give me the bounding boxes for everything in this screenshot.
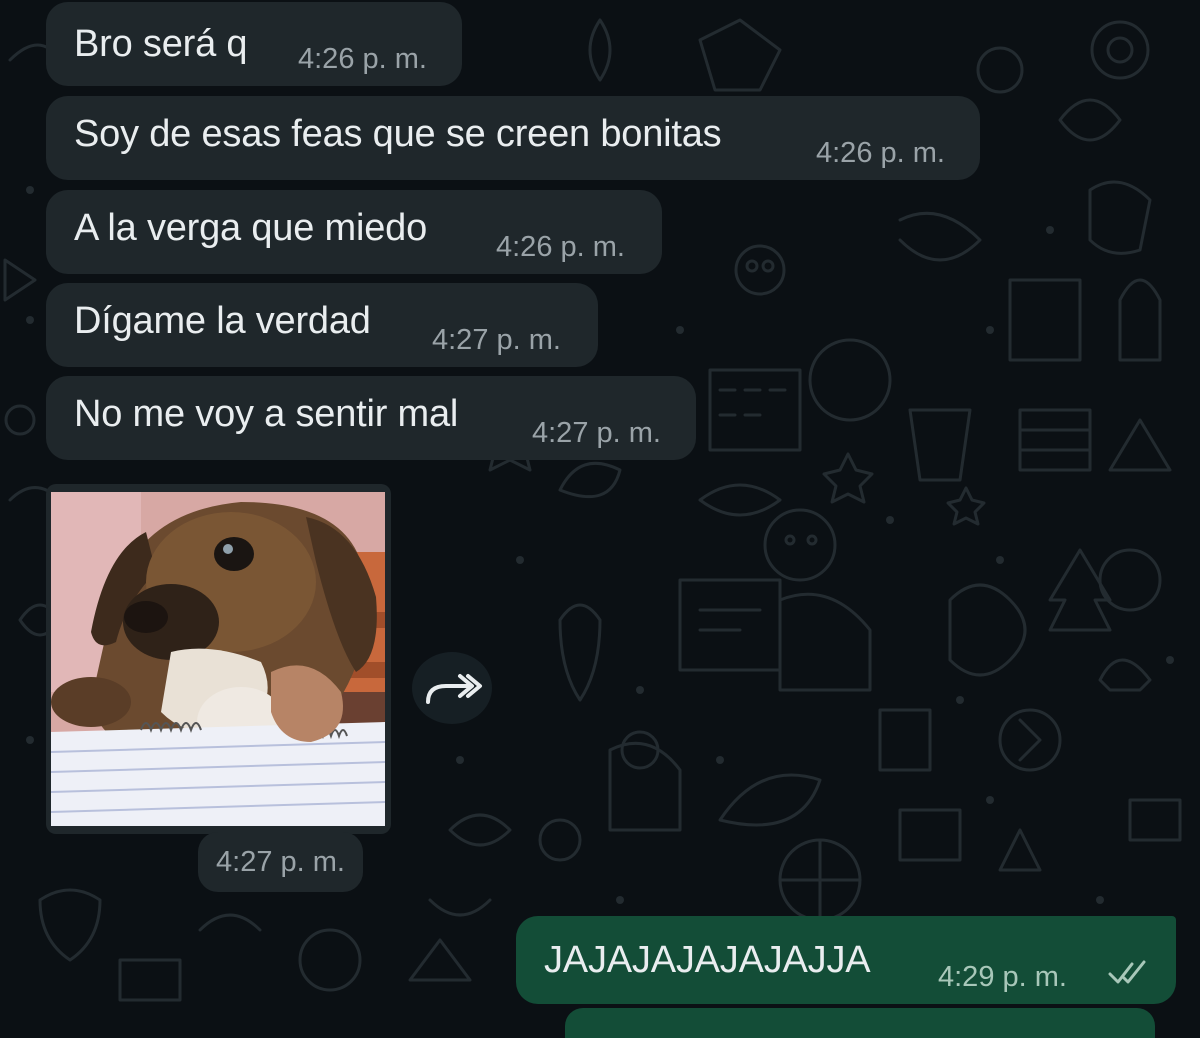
message-time: 4:29 p. m. <box>938 961 1067 993</box>
message-time: 4:27 p. m. <box>532 417 661 449</box>
message-bubble-incoming[interactable]: Bro será q 4:26 p. m. <box>46 2 462 86</box>
message-bubble-incoming[interactable]: A la verga que miedo 4:26 p. m. <box>46 190 662 274</box>
message-time: 4:27 p. m. <box>432 324 561 356</box>
message-text: Dígame la verdad <box>74 300 371 342</box>
message-bubble-incoming[interactable]: Dígame la verdad 4:27 p. m. <box>46 283 598 367</box>
message-bubble-outgoing-partial <box>565 1008 1155 1038</box>
message-bubble-incoming[interactable]: Soy de esas feas que se creen bonitas 4:… <box>46 96 980 180</box>
double-check-icon <box>1108 960 1146 984</box>
forward-icon <box>426 674 482 704</box>
photo-message[interactable] <box>46 484 391 834</box>
message-text: No me voy a sentir mal <box>74 393 459 435</box>
message-time: 4:26 p. m. <box>816 137 945 169</box>
message-time: 4:26 p. m. <box>496 231 625 263</box>
photo-thumbnail[interactable] <box>51 492 385 826</box>
message-bubble-incoming[interactable]: No me voy a sentir mal 4:27 p. m. <box>46 376 696 460</box>
message-text: Bro será q <box>74 23 248 65</box>
message-time: 4:26 p. m. <box>298 43 427 75</box>
message-bubble-outgoing[interactable]: JAJAJAJAJAJAJJA 4:29 p. m. <box>516 916 1176 1004</box>
message-text: JAJAJAJAJAJAJJA <box>544 939 871 981</box>
message-text: Soy de esas feas que se creen bonitas <box>74 113 722 155</box>
forward-button[interactable] <box>412 652 492 724</box>
puppy-photo <box>51 492 385 826</box>
photo-time-badge: 4:27 p. m. <box>198 832 363 892</box>
message-text: A la verga que miedo <box>74 207 428 249</box>
